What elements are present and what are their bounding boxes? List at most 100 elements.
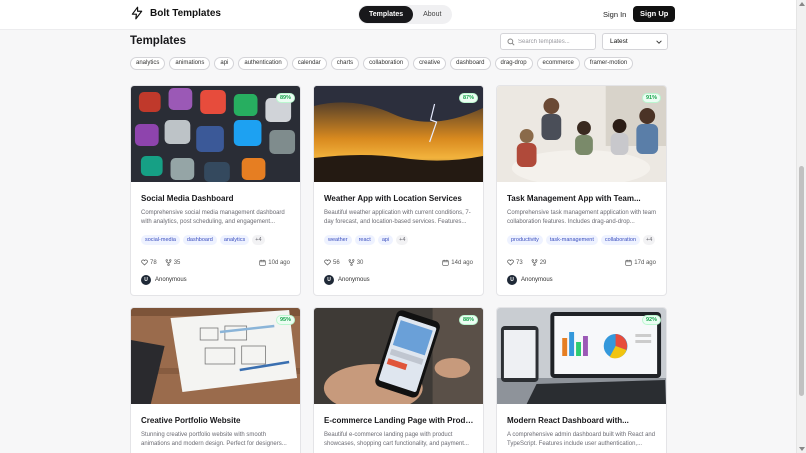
likes-stat[interactable]: 73 [507,259,523,266]
filter-tag[interactable]: creative [413,57,447,70]
top-navbar: Bolt Templates Templates About Sign In S… [0,0,796,30]
card-tags: social-media dashboard analytics +4 [141,235,265,245]
nav-templates[interactable]: Templates [359,6,414,23]
search-box[interactable] [500,33,596,50]
scroll-down-icon[interactable] [799,447,805,451]
card-tag[interactable]: analytics [219,235,250,245]
calendar-icon [625,259,632,266]
template-card[interactable]: 91% Task Management App with Team... Com… [496,85,667,296]
card-description: Beautiful weather application with curre… [324,210,471,225]
filter-tag[interactable]: calendar [291,57,327,70]
card-thumbnail: 89% [131,86,300,182]
filter-tag[interactable]: api [214,57,235,70]
brand-name: Bolt Templates [150,7,221,19]
scroll-up-icon[interactable] [799,2,805,6]
forks-stat[interactable]: 35 [165,259,181,266]
card-title[interactable]: Creative Portfolio Website [141,416,293,425]
card-tags: productivity task-management collaborati… [507,235,656,245]
card-thumbnail: 88% [314,308,483,404]
card-author[interactable]: U Anonymous [141,275,187,285]
match-score-badge: 88% [458,315,478,325]
forks-count: 29 [539,259,547,266]
filter-tag[interactable]: animations [169,57,211,70]
card-title[interactable]: Task Management App with Team... [507,194,659,203]
card-stats: 78 35 [141,259,180,266]
likes-stat[interactable]: 56 [324,259,340,266]
filter-tag[interactable]: authentication [238,57,288,70]
card-tag[interactable]: social-media [141,235,180,245]
heart-icon [141,259,148,266]
nav-about[interactable]: About [413,6,451,23]
card-tag[interactable]: collaboration [600,235,641,245]
card-tag[interactable]: react [354,235,375,245]
sign-in-link[interactable]: Sign In [603,10,626,19]
chevron-down-icon [656,40,662,44]
forks-count: 30 [356,259,364,266]
filter-tag[interactable]: drag-drop [494,57,533,70]
date-text: 17d ago [634,259,656,266]
fork-icon [165,259,172,266]
match-score-badge: 91% [641,93,661,103]
template-card[interactable]: 89% Social Media Dashboard Comprehensive… [130,85,301,296]
card-author[interactable]: U Anonymous [507,275,553,285]
card-date: 17d ago [625,259,656,266]
card-title[interactable]: E-commerce Landing Page with Produc... [324,416,476,425]
avatar: U [324,275,334,285]
likes-count: 73 [516,259,523,266]
card-tag[interactable]: dashboard [182,235,217,245]
template-card[interactable]: 88% E-commerce Landing Page with Produc.… [313,307,484,453]
card-tag[interactable]: weather [324,235,352,245]
card-tag[interactable]: api [377,235,394,245]
filter-tag[interactable]: framer-motion [583,57,634,70]
likes-count: 78 [150,259,157,266]
card-stats: 73 29 [507,259,546,266]
filter-tag[interactable]: charts [330,57,360,70]
card-description: Beautiful e-commerce landing page with p… [324,432,469,447]
match-score-badge: 92% [641,315,661,325]
match-score-badge: 89% [275,93,295,103]
bolt-icon [131,6,143,20]
forks-stat[interactable]: 30 [348,259,364,266]
template-card[interactable]: 92% Modern React Dashboard with... A com… [496,307,667,453]
heart-icon [324,259,331,266]
card-description: Stunning creative portfolio website with… [141,432,287,447]
card-title[interactable]: Social Media Dashboard [141,194,293,203]
author-name: Anonymous [521,277,553,283]
filter-tag[interactable]: ecommerce [536,57,580,70]
match-score-badge: 95% [275,315,295,325]
search-input[interactable] [518,36,594,47]
sign-up-button[interactable]: Sign Up [633,6,676,22]
card-date: 14d ago [442,259,473,266]
card-title[interactable]: Weather App with Location Services [324,194,476,203]
filter-tag[interactable]: analytics [130,57,166,70]
card-description: Comprehensive social media management da… [141,210,285,225]
card-tags: weather react api +4 [324,235,409,245]
card-thumbnail: 91% [497,86,666,182]
calendar-icon [259,259,266,266]
card-tag[interactable]: task-management [545,235,598,245]
forks-stat[interactable]: 29 [531,259,547,266]
fork-icon [348,259,355,266]
card-thumbnail: 87% [314,86,483,182]
template-card[interactable]: 87% Weather App with Location Services B… [313,85,484,296]
forks-count: 35 [173,259,181,266]
author-name: Anonymous [338,277,370,283]
card-author[interactable]: U Anonymous [324,275,370,285]
avatar: U [141,275,151,285]
brand[interactable]: Bolt Templates [130,6,221,20]
card-title[interactable]: Modern React Dashboard with... [507,416,659,425]
calendar-icon [442,259,449,266]
date-text: 14d ago [451,259,473,266]
template-card[interactable]: 95% Creative Portfolio Website Stunning … [130,307,301,453]
scrollbar-thumb[interactable] [799,166,804,396]
fork-icon [531,259,538,266]
filter-tag[interactable]: dashboard [450,57,491,70]
page-scrollbar[interactable] [796,0,806,453]
filter-tag[interactable]: collaboration [363,57,410,70]
card-thumbnail: 95% [131,308,300,404]
sort-select[interactable]: Latest [602,33,668,50]
likes-stat[interactable]: 78 [141,259,157,266]
card-description: A comprehensive admin dashboard built wi… [507,432,656,447]
more-tags-badge: +4 [643,235,656,245]
card-tag[interactable]: productivity [507,235,543,245]
